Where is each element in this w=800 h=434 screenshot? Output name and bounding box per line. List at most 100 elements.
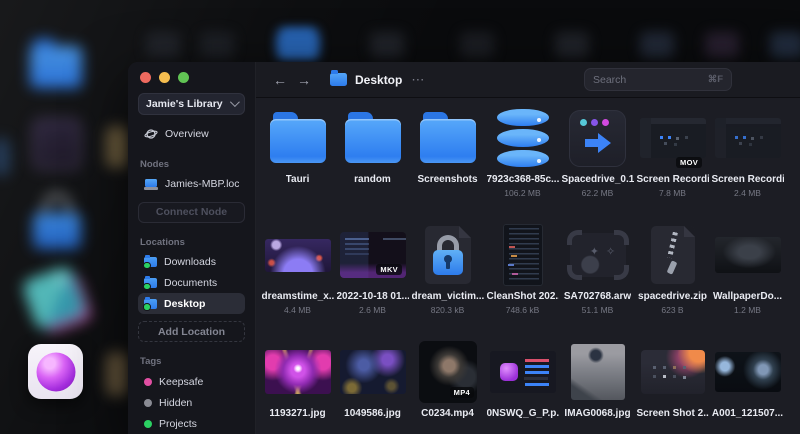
file-tile-cleanshot[interactable]: CleanShot 202... 748.6 kB bbox=[485, 219, 560, 336]
format-badge: MKV bbox=[376, 264, 402, 275]
app-box-icon bbox=[32, 118, 82, 170]
spacedrive-app-icon[interactable] bbox=[28, 344, 83, 399]
connect-node-button[interactable]: Connect Node bbox=[138, 201, 245, 223]
file-name: dreamstime_x... bbox=[261, 291, 334, 302]
executable-icon bbox=[569, 109, 626, 167]
file-name: dream_victim.... bbox=[411, 291, 484, 302]
planet-icon bbox=[144, 129, 158, 140]
file-tile-0nswq[interactable]: 0NSWQ_G_P.p... bbox=[485, 336, 560, 434]
folder-icon bbox=[143, 255, 157, 270]
main-area: ← → Desktop ⋯ ⌘F Tauri random bbox=[256, 62, 800, 434]
format-badge: MOV bbox=[676, 157, 702, 168]
file-tile-c0234[interactable]: MP4 C0234.mp4 bbox=[410, 336, 485, 434]
chevron-down-icon bbox=[229, 97, 240, 108]
file-name: Tauri bbox=[285, 174, 310, 185]
add-location-button[interactable]: Add Location bbox=[138, 321, 245, 343]
grid-row: dreamstime_x... 4.4 MB MKV 2022-10-18 01… bbox=[260, 219, 800, 336]
search-shortcut: ⌘F bbox=[707, 74, 723, 85]
tag-label: Projects bbox=[159, 417, 197, 430]
sidebar-item-tag-keepsafe[interactable]: Keepsafe bbox=[138, 371, 245, 392]
video-thumbnail bbox=[639, 118, 706, 158]
search-box[interactable]: ⌘F bbox=[584, 68, 732, 91]
file-tile-zip[interactable]: spacedrive.zip 623 B bbox=[635, 219, 710, 336]
sidebar-item-overview[interactable]: Overview bbox=[138, 124, 245, 145]
file-tile-database[interactable]: 7923c368-85c... 106.2 MB bbox=[485, 102, 560, 219]
zip-archive-icon bbox=[650, 226, 695, 284]
search-input[interactable] bbox=[593, 73, 708, 86]
encrypted-document-icon bbox=[424, 226, 471, 284]
file-tile-raw-photo[interactable]: ✦ ✧ SA702768.arw 51.1 MB bbox=[560, 219, 635, 336]
desktop-icon bbox=[460, 32, 494, 58]
image-thumbnail bbox=[570, 344, 625, 400]
sidebar-item-tag-hidden[interactable]: Hidden bbox=[138, 392, 245, 413]
node-name: Jamies-MBP.local... bbox=[165, 178, 239, 191]
tag-dot-icon bbox=[144, 377, 152, 386]
sidebar-item-documents[interactable]: Documents bbox=[138, 273, 245, 294]
file-name: SA702768.arw bbox=[563, 291, 632, 302]
image-thumbnail bbox=[489, 351, 556, 393]
file-tile-a001[interactable]: A001_121507... bbox=[710, 336, 785, 434]
desktop-icon bbox=[640, 32, 674, 58]
raw-image-icon: ✦ ✧ bbox=[566, 230, 629, 280]
library-name: Jamie's Library bbox=[146, 97, 223, 110]
file-tile-imag0068[interactable]: IMAG0068.jpg bbox=[560, 336, 635, 434]
zoom-button[interactable] bbox=[178, 72, 189, 83]
folder-icon bbox=[344, 112, 401, 163]
sidebar-item-downloads[interactable]: Downloads bbox=[138, 252, 245, 273]
file-tile-screenshot[interactable]: Screen Shot 2... bbox=[635, 336, 710, 434]
file-tile-encrypted-doc[interactable]: dream_victim.... 820.3 kB bbox=[410, 219, 485, 336]
folder-icon bbox=[143, 296, 157, 311]
image-thumbnail bbox=[264, 238, 331, 272]
grid-row: Tauri random Screenshots 7923c368-85c...… bbox=[260, 102, 800, 219]
file-name: 0NSWQ_G_P.p... bbox=[486, 408, 559, 419]
folder-icon bbox=[330, 70, 347, 86]
database-icon bbox=[496, 109, 549, 167]
file-tile-tauri[interactable]: Tauri bbox=[260, 102, 335, 219]
file-tile-wallpaper[interactable]: WallpaperDo... 1.2 MB bbox=[710, 219, 785, 336]
format-badge: MP4 bbox=[449, 387, 474, 398]
grid-row: 1193271.jpg 1049586.jpg MP4 C0234.mp4 0N… bbox=[260, 336, 800, 434]
file-name: Screenshots bbox=[417, 174, 478, 185]
sidebar-item-label: Overview bbox=[165, 128, 209, 141]
file-tile-1193271[interactable]: 1193271.jpg bbox=[260, 336, 335, 434]
minimize-button[interactable] bbox=[159, 72, 170, 83]
sidebar-item-desktop[interactable]: Desktop bbox=[138, 293, 245, 315]
file-tile-screen-recording-1[interactable]: MOV Screen Recordi... 7.8 MB bbox=[635, 102, 710, 219]
sidebar-item-tag-projects[interactable]: Projects bbox=[138, 413, 245, 434]
file-tile-dreamstime[interactable]: dreamstime_x... 4.4 MB bbox=[260, 219, 335, 336]
file-name: spacedrive.zip bbox=[638, 291, 707, 302]
sidebar-item-node[interactable]: Jamies-MBP.local... bbox=[138, 174, 245, 195]
file-name: Screen Recordi... bbox=[711, 174, 784, 185]
spacedrive-window: Jamie's Library Overview Nodes Jamies-MB… bbox=[128, 62, 800, 434]
file-size: 1.2 MB bbox=[734, 305, 761, 315]
close-button[interactable] bbox=[140, 72, 151, 83]
image-thumbnail bbox=[339, 350, 406, 394]
section-header-tags: Tags bbox=[140, 356, 162, 368]
folder-icon bbox=[419, 112, 476, 163]
file-tile-mkv-video[interactable]: MKV 2022-10-18 01... 2.6 MB bbox=[335, 219, 410, 336]
file-tile-screen-recording-2[interactable]: Screen Recordi... 2.4 MB bbox=[710, 102, 785, 219]
file-tile-spacedrive-app[interactable]: Spacedrive_0.1... 62.2 MB bbox=[560, 102, 635, 219]
more-options-button[interactable]: ⋯ bbox=[411, 72, 425, 88]
desktop-icon bbox=[146, 32, 180, 58]
location-label: Downloads bbox=[164, 256, 216, 269]
file-tile-random[interactable]: random bbox=[335, 102, 410, 219]
file-tile-screenshots[interactable]: Screenshots bbox=[410, 102, 485, 219]
laptop-icon bbox=[144, 178, 158, 190]
desktop-icon bbox=[200, 32, 234, 58]
file-tile-1049586[interactable]: 1049586.jpg bbox=[335, 336, 410, 434]
file-name: Screen Recordi... bbox=[636, 174, 709, 185]
location-label: Desktop bbox=[164, 297, 206, 310]
file-size: 62.2 MB bbox=[581, 188, 614, 198]
desktop-icon bbox=[0, 138, 10, 176]
forward-button[interactable]: → bbox=[292, 72, 316, 88]
file-name: CleanShot 202... bbox=[486, 291, 559, 302]
library-dropdown[interactable]: Jamie's Library bbox=[138, 93, 245, 115]
topbar: ← → Desktop ⋯ ⌘F bbox=[256, 62, 800, 98]
arrow-right-icon bbox=[584, 133, 611, 153]
file-name: Screen Shot 2... bbox=[636, 408, 709, 419]
desktop-icon bbox=[555, 32, 589, 58]
tag-dot-icon bbox=[144, 398, 152, 407]
back-button[interactable]: ← bbox=[268, 72, 292, 88]
file-size: 51.1 MB bbox=[581, 305, 614, 315]
